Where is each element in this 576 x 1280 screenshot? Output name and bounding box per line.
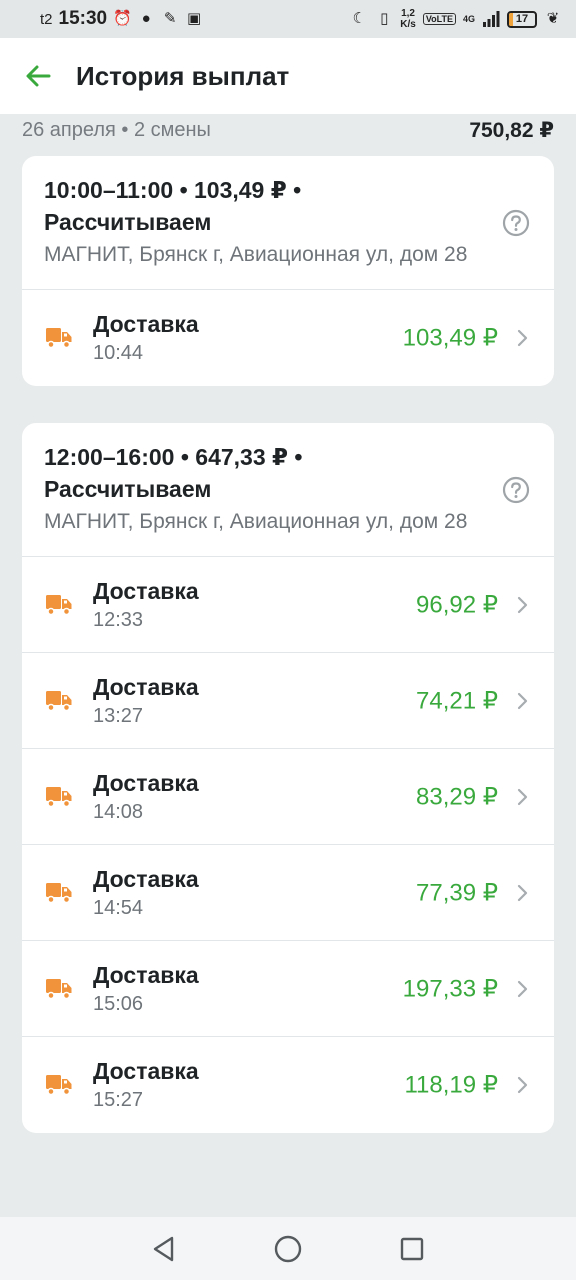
chevron-right-icon — [517, 1076, 528, 1094]
nav-back-button[interactable] — [146, 1231, 182, 1267]
item-time: 15:06 — [93, 992, 144, 1015]
item-title: Доставка — [93, 311, 199, 337]
truck-icon — [46, 786, 72, 807]
network-speed: 1,2 K/s — [400, 8, 416, 30]
item-amount: 74,21 ₽ — [416, 687, 498, 714]
pen-icon: ✎ — [163, 10, 177, 27]
item-time: 10:44 — [93, 342, 144, 364]
shift-header: 10:00–11:00 • 103,49 ₽ • Рассчитываем МА… — [22, 156, 554, 290]
item-title: Доставка — [93, 769, 199, 796]
app-header: История выплат — [0, 38, 576, 114]
leaf-icon: ❦ — [546, 10, 560, 27]
status-time: 15:30 — [58, 8, 108, 29]
item-amount: 96,92 ₽ — [416, 591, 498, 618]
battery-icon: 17 — [507, 10, 537, 28]
square-recents-icon — [400, 1237, 424, 1260]
delivery-item[interactable]: Доставка 12:33 96,92 ₽ — [22, 557, 554, 653]
back-button[interactable] — [0, 38, 76, 114]
battery-level: 17 — [515, 12, 529, 25]
shift-address: МАГНИТ, Брянск г, Авиационная ул, дом 28 — [44, 510, 468, 533]
truck-icon — [46, 690, 72, 711]
shift-title: 10:00–11:00 • 103,49 ₽ • Рассчитываем — [44, 174, 474, 238]
item-title: Доставка — [93, 961, 199, 988]
item-amount: 77,39 ₽ — [416, 879, 498, 906]
shift-address: МАГНИТ, Брянск г, Авиационная ул, дом 28 — [44, 243, 468, 266]
delivery-item[interactable]: Доставка 10:44 103,49 ₽ — [22, 290, 554, 386]
item-title: Доставка — [93, 1058, 199, 1084]
truck-icon — [46, 594, 72, 615]
truck-icon — [46, 1075, 72, 1096]
day-label: 26 апреля • 2 смены — [22, 118, 211, 141]
carrier-label: t2 — [40, 10, 53, 28]
page-title: История выплат — [76, 60, 290, 91]
day-total: 750,82 ₽ — [469, 118, 554, 142]
arrow-left-icon — [26, 65, 51, 87]
signal-icon — [483, 11, 500, 27]
item-time: 13:27 — [93, 704, 144, 727]
truck-icon — [46, 882, 72, 903]
item-amount: 83,29 ₽ — [416, 783, 498, 810]
moon-icon: ☾ — [352, 10, 366, 27]
chevron-right-icon — [517, 596, 528, 613]
item-time: 12:33 — [93, 608, 144, 631]
delivery-item[interactable]: Доставка 15:27 118,19 ₽ — [22, 1037, 554, 1133]
shift-time-sum: 10:00–11:00 • 103,49 ₽ • — [44, 177, 302, 203]
delivery-item[interactable]: Доставка 13:27 74,21 ₽ — [22, 653, 554, 749]
location-icon: ● — [141, 10, 151, 27]
shift-time-sum: 12:00–16:00 • 647,33 ₽ • — [44, 444, 303, 470]
screenshot-icon: ▣ — [187, 10, 202, 27]
item-title: Доставка — [93, 577, 199, 604]
vibrate-icon: ▯ — [380, 10, 389, 27]
shift-status: Рассчитываем — [44, 209, 212, 235]
day-summary: 26 апреля • 2 смены 750,82 ₽ — [22, 114, 554, 146]
item-amount: 118,19 ₽ — [404, 1071, 498, 1099]
question-circle-icon[interactable] — [502, 476, 530, 504]
item-time: 15:27 — [93, 1089, 144, 1111]
nav-recents-button[interactable] — [394, 1231, 430, 1267]
status-bar: t2 15:30 ⏰ ● ✎ ▣ ☾ ▯ 1,2 K/s VoLTE 4G 17… — [0, 0, 576, 38]
alarm-icon: ⏰ — [113, 10, 132, 27]
shift-title: 12:00–16:00 • 647,33 ₽ • Рассчитываем — [44, 441, 474, 505]
truck-icon — [46, 328, 72, 349]
item-title: Доставка — [93, 865, 199, 892]
shift-card: 12:00–16:00 • 647,33 ₽ • Рассчитываем МА… — [22, 423, 554, 1133]
delivery-item[interactable]: Доставка 15:06 197,33 ₽ — [22, 941, 554, 1037]
nav-home-button[interactable] — [270, 1231, 306, 1267]
question-circle-icon[interactable] — [502, 209, 530, 237]
chevron-right-icon — [517, 884, 528, 901]
chevron-right-icon — [517, 692, 528, 709]
item-time: 14:08 — [93, 800, 144, 823]
shift-status: Рассчитываем — [44, 476, 212, 502]
item-title: Доставка — [93, 673, 199, 700]
delivery-item[interactable]: Доставка 14:08 83,29 ₽ — [22, 749, 554, 845]
truck-icon — [46, 978, 72, 999]
chevron-right-icon — [517, 788, 528, 805]
network-type: 4G — [462, 14, 475, 24]
delivery-item[interactable]: Доставка 14:54 77,39 ₽ — [22, 845, 554, 941]
chevron-right-icon — [517, 980, 528, 997]
item-amount: 103,49 ₽ — [402, 324, 498, 352]
net-speed-value: 1,2 — [401, 8, 415, 19]
circle-home-icon — [274, 1235, 302, 1262]
triangle-back-icon — [153, 1236, 174, 1261]
item-amount: 197,33 ₽ — [402, 975, 498, 1002]
net-speed-unit: K/s — [400, 19, 416, 30]
chevron-right-icon — [517, 329, 528, 347]
shift-card: 10:00–11:00 • 103,49 ₽ • Рассчитываем МА… — [22, 156, 554, 386]
system-nav-bar — [0, 1217, 576, 1280]
item-time: 14:54 — [93, 896, 144, 919]
volte-badge: VoLTE — [422, 13, 456, 25]
shift-header: 12:00–16:00 • 647,33 ₽ • Рассчитываем МА… — [22, 423, 554, 557]
